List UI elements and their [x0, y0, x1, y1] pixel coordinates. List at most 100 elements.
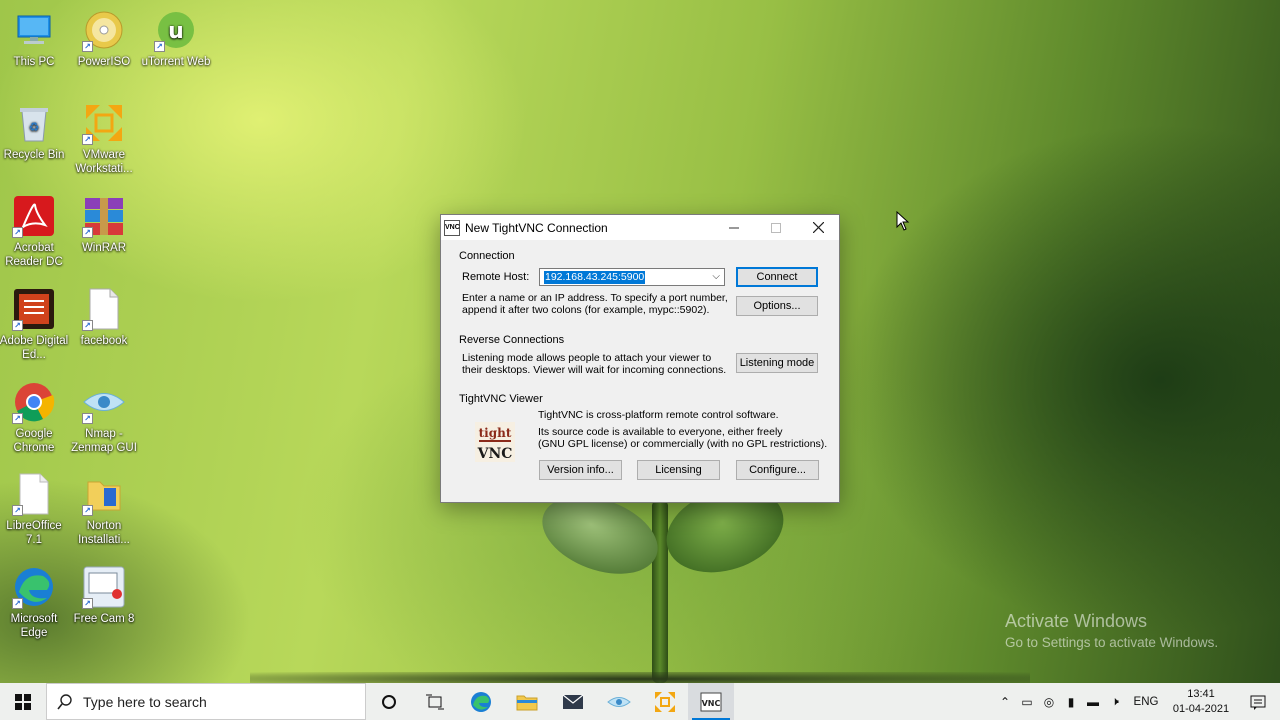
windows-logo-icon: [15, 693, 31, 710]
winrar-icon: ↗: [82, 194, 126, 238]
desktop-icon-recycle-bin[interactable]: ♻ Recycle Bin: [0, 101, 70, 162]
desktop-icon-utorrent[interactable]: u ↗ uTorrent Web: [140, 8, 212, 69]
desktop-icon-freecam[interactable]: ↗ Free Cam 8: [68, 565, 140, 626]
cortana-icon: [382, 694, 396, 709]
acrobat-icon: ↗: [12, 194, 56, 238]
minimize-icon: [729, 227, 739, 228]
battery-icon[interactable]: ▬: [1082, 695, 1104, 709]
svg-text:♻: ♻: [29, 120, 40, 134]
desktop-icon-norton[interactable]: ↗ Norton Installati...: [68, 472, 140, 547]
freecam-icon: ↗: [82, 565, 126, 609]
configure-button[interactable]: Configure...: [736, 460, 819, 480]
taskbar-nmap[interactable]: [596, 683, 642, 720]
device-icon[interactable]: ▭: [1016, 695, 1038, 709]
maximize-button: [755, 215, 797, 240]
edge-icon: [471, 691, 491, 712]
viewer-text-line2: Its source code is available to everyone…: [538, 426, 783, 438]
search-placeholder: Type here to search: [83, 693, 207, 710]
desktop-icon-winrar[interactable]: ↗ WinRAR: [68, 194, 140, 255]
vmware-icon: [655, 691, 675, 712]
desktop-icon-this-pc[interactable]: This PC: [0, 8, 70, 69]
desktop-icon-facebook[interactable]: ↗ facebook: [68, 287, 140, 348]
activation-watermark: Activate Windows Go to Settings to activ…: [1005, 611, 1218, 650]
chevron-down-icon[interactable]: ⌵: [712, 271, 720, 282]
icon-label: Acrobat Reader DC: [5, 242, 63, 268]
recycle-bin-icon: ♻: [12, 101, 56, 145]
network-globe-icon[interactable]: ◎: [1038, 695, 1060, 709]
folder-icon: ↗: [82, 472, 126, 516]
edge-icon: ↗: [12, 565, 56, 609]
icon-label: Recycle Bin: [3, 149, 65, 161]
logo-top-text: tight: [479, 426, 512, 440]
language-indicator[interactable]: ENG: [1126, 696, 1166, 708]
dialog-title: New TightVNC Connection: [465, 220, 608, 235]
start-button[interactable]: [0, 683, 46, 720]
options-button[interactable]: Options...: [736, 296, 818, 316]
reverse-text-line2: their desktops. Viewer will wait for inc…: [462, 364, 727, 376]
icon-label: facebook: [80, 335, 128, 347]
microphone-icon[interactable]: ▮: [1060, 695, 1082, 709]
tightvnc-dialog: VNC New TightVNC Connection Connection R…: [440, 214, 840, 503]
taskbar-edge[interactable]: [458, 683, 504, 720]
watermark-title: Activate Windows: [1005, 611, 1148, 631]
minimize-button[interactable]: [713, 215, 755, 240]
search-icon: [57, 693, 72, 709]
desktop-icon-nmap[interactable]: ↗ Nmap - Zenmap GUI: [68, 380, 140, 455]
icon-label: This PC: [13, 56, 55, 68]
icon-label: Adobe Digital Ed...: [0, 335, 69, 361]
remote-host-label: Remote Host:: [462, 271, 530, 283]
remote-host-value[interactable]: 192.168.43.245:5900: [544, 271, 646, 284]
viewer-group-label: TightVNC Viewer: [459, 393, 543, 405]
clock-time: 13:41: [1187, 687, 1215, 700]
speaker-icon[interactable]: 🕨: [1104, 694, 1126, 709]
desktop-icon-edge[interactable]: ↗ Microsoft Edge: [0, 565, 70, 640]
desktop-icon-chrome[interactable]: ↗ Google Chrome: [0, 380, 70, 455]
chevron-up-icon[interactable]: ⌃: [994, 695, 1016, 709]
reverse-text-line1: Listening mode allows people to attach y…: [462, 352, 712, 364]
disc-icon: ↗: [82, 8, 126, 52]
taskbar: Type here to search VNC ⌃ ▭ ◎ ▮ ▬ 🕨 ENG …: [0, 683, 1280, 720]
icon-label: WinRAR: [81, 242, 127, 254]
maximize-icon: [771, 222, 781, 233]
close-icon: [812, 222, 824, 233]
task-view-button[interactable]: [412, 683, 458, 720]
connect-button[interactable]: Connect: [736, 267, 818, 287]
viewer-text-line1: TightVNC is cross-platform remote contro…: [538, 409, 779, 421]
close-button[interactable]: [797, 215, 839, 240]
desktop-icon-acrobat[interactable]: ↗ Acrobat Reader DC: [0, 194, 70, 269]
clock[interactable]: 13:41 01-04-2021: [1166, 687, 1236, 717]
connection-help-line1: Enter a name or an IP address. To specif…: [462, 292, 728, 304]
taskbar-mail[interactable]: [550, 683, 596, 720]
utorrent-icon: u ↗: [154, 8, 198, 52]
desktop-icon-digital-editions[interactable]: ↗ Adobe Digital Ed...: [0, 287, 70, 362]
taskbar-tightvnc[interactable]: VNC: [688, 683, 734, 720]
document-icon: ↗: [82, 287, 126, 331]
taskbar-file-explorer[interactable]: [504, 683, 550, 720]
icon-label: VMware Workstati...: [75, 149, 133, 175]
version-info-button[interactable]: Version info...: [539, 460, 622, 480]
taskbar-vmware[interactable]: [642, 683, 688, 720]
notification-icon: [1250, 695, 1266, 710]
nmap-eye-icon: [607, 696, 631, 707]
file-explorer-icon: [516, 695, 538, 710]
icon-label: LibreOffice 7.1: [6, 520, 62, 546]
nmap-eye-icon: ↗: [82, 380, 126, 424]
logo-bottom-text: VNC: [477, 446, 513, 462]
libreoffice-icon: ↗: [12, 472, 56, 516]
mouse-cursor-icon: [896, 211, 910, 231]
dialog-titlebar[interactable]: VNC New TightVNC Connection: [441, 215, 839, 240]
connection-help-line2: append it after two colons (for example,…: [462, 304, 710, 316]
viewer-text-line3: (GNU GPL license) or commercially (with …: [538, 438, 828, 450]
cortana-button[interactable]: [366, 683, 412, 720]
icon-label: uTorrent Web: [141, 56, 211, 68]
desktop-icon-vmware[interactable]: ↗ VMware Workstati...: [68, 101, 140, 176]
remote-host-combobox[interactable]: 192.168.43.245:5900 ⌵: [539, 268, 725, 286]
notifications-button[interactable]: [1236, 694, 1280, 710]
computer-icon: [12, 8, 56, 52]
desktop-icon-libreoffice[interactable]: ↗ LibreOffice 7.1: [0, 472, 70, 547]
taskbar-search-box[interactable]: Type here to search: [46, 683, 366, 720]
listening-mode-button[interactable]: Listening mode: [736, 353, 818, 373]
licensing-button[interactable]: Licensing: [637, 460, 720, 480]
desktop-icon-poweriso[interactable]: ↗ PowerISO: [68, 8, 140, 69]
tightvnc-icon: VNC: [700, 692, 722, 711]
